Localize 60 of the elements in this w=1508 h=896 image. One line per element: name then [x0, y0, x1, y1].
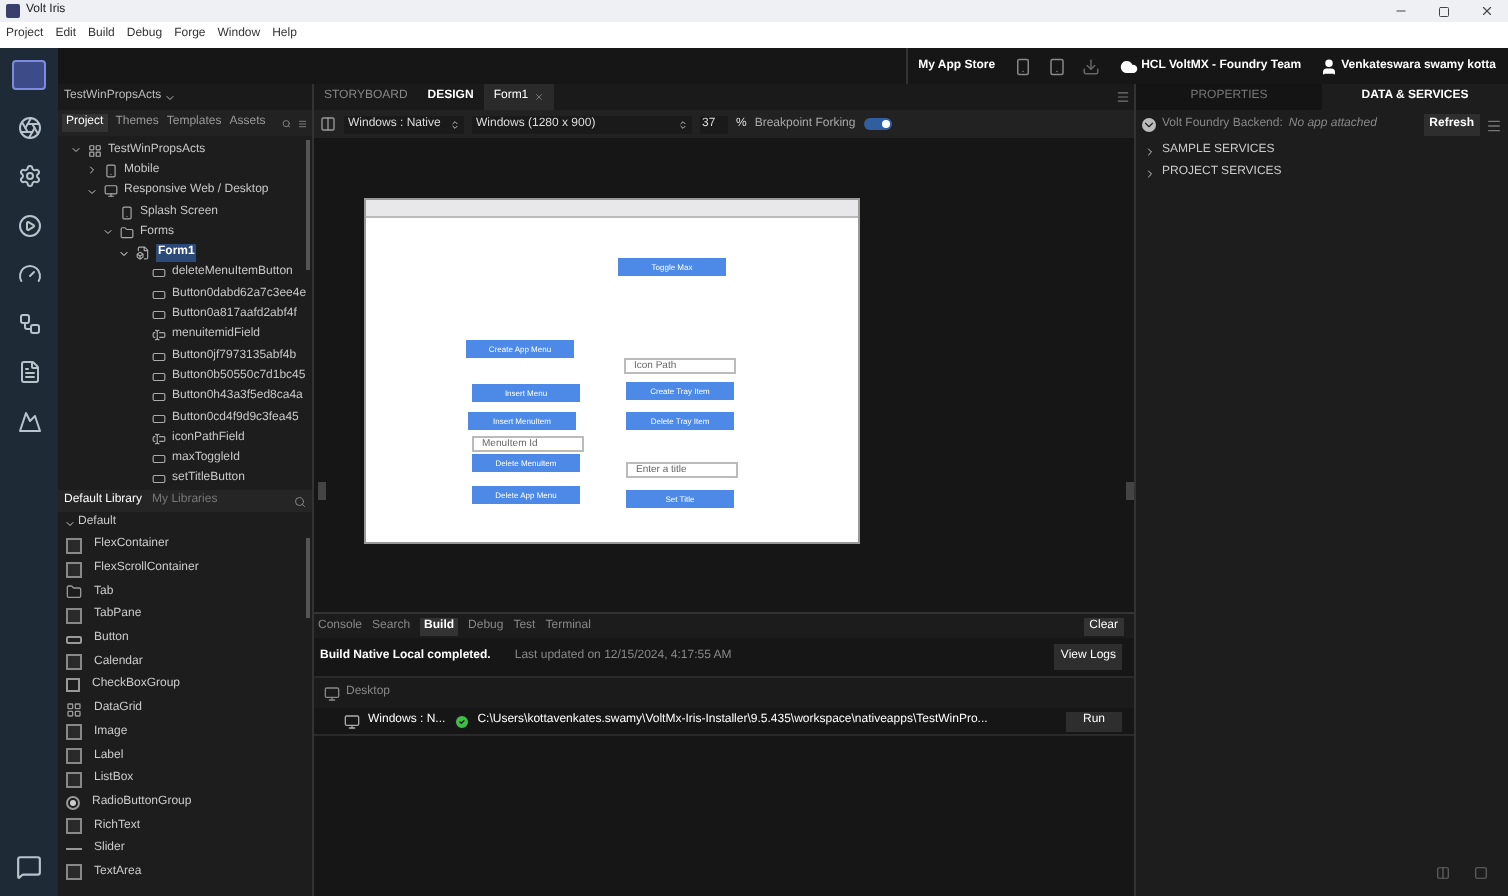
project-icon — [88, 143, 102, 158]
chevron-down-icon[interactable] — [118, 247, 130, 260]
widget-icon — [66, 607, 82, 624]
app-logo-icon[interactable] — [12, 60, 46, 90]
collapse-icon[interactable] — [1142, 118, 1156, 132]
desktop-icon — [104, 184, 118, 199]
play-icon[interactable] — [17, 213, 41, 237]
chevron-down-icon[interactable] — [86, 185, 98, 198]
workflow-icon[interactable] — [17, 311, 41, 335]
app-logo-icon — [6, 4, 20, 18]
tablet-icon[interactable] — [1047, 57, 1066, 75]
split-view-icon[interactable] — [320, 116, 336, 132]
user-icon — [1319, 57, 1338, 75]
scrollbar[interactable] — [306, 140, 310, 270]
device-icon — [104, 163, 118, 178]
monitor-icon — [344, 713, 360, 729]
close-icon[interactable] — [1480, 4, 1494, 18]
phone-icon[interactable] — [1013, 57, 1032, 75]
cloud-icon — [1119, 57, 1138, 75]
search-icon[interactable] — [281, 117, 291, 129]
device-icon — [120, 205, 134, 220]
chat-icon[interactable] — [16, 854, 42, 880]
layout-icon[interactable] — [1474, 866, 1488, 880]
scrollbar[interactable] — [306, 538, 310, 618]
chevron-down-icon[interactable] — [102, 226, 114, 239]
chevron-down-icon[interactable] — [64, 517, 76, 529]
breakpoint-toggle[interactable] — [863, 118, 892, 130]
minimize-icon[interactable] — [1394, 4, 1408, 18]
folder-icon — [66, 584, 82, 601]
mountain-icon[interactable] — [17, 409, 41, 433]
form-icon — [136, 246, 150, 261]
widget-icon — [66, 654, 82, 671]
spinner-icon — [678, 119, 688, 129]
grid-icon — [66, 701, 82, 718]
document-icon[interactable] — [17, 360, 41, 384]
settings-icon[interactable] — [17, 164, 41, 188]
search-icon[interactable] — [294, 495, 306, 507]
aperture-icon[interactable] — [17, 115, 41, 139]
field-icon — [152, 431, 166, 446]
gauge-icon[interactable] — [17, 262, 41, 286]
button-icon — [66, 635, 82, 644]
layout-icon[interactable] — [1436, 866, 1450, 880]
monitor-icon — [324, 685, 340, 701]
checkbox-icon — [66, 678, 80, 693]
spinner-icon — [450, 119, 460, 129]
chevron-down-icon[interactable] — [70, 144, 82, 157]
menu-icon[interactable] — [1486, 117, 1502, 133]
chevron-right-icon[interactable] — [86, 164, 98, 177]
menu-icon[interactable] — [298, 117, 308, 129]
folder-icon — [120, 225, 134, 240]
caret-icon[interactable] — [163, 91, 176, 103]
resize-handle[interactable] — [318, 482, 326, 500]
download-icon[interactable] — [1081, 57, 1100, 75]
widget-icon — [66, 818, 82, 835]
field-icon — [152, 328, 166, 343]
resize-handle[interactable] — [1126, 482, 1134, 500]
widget-icon — [66, 864, 82, 881]
radio-icon — [66, 795, 80, 810]
maximize-icon[interactable] — [1438, 5, 1450, 17]
menu-icon[interactable] — [1116, 90, 1130, 104]
